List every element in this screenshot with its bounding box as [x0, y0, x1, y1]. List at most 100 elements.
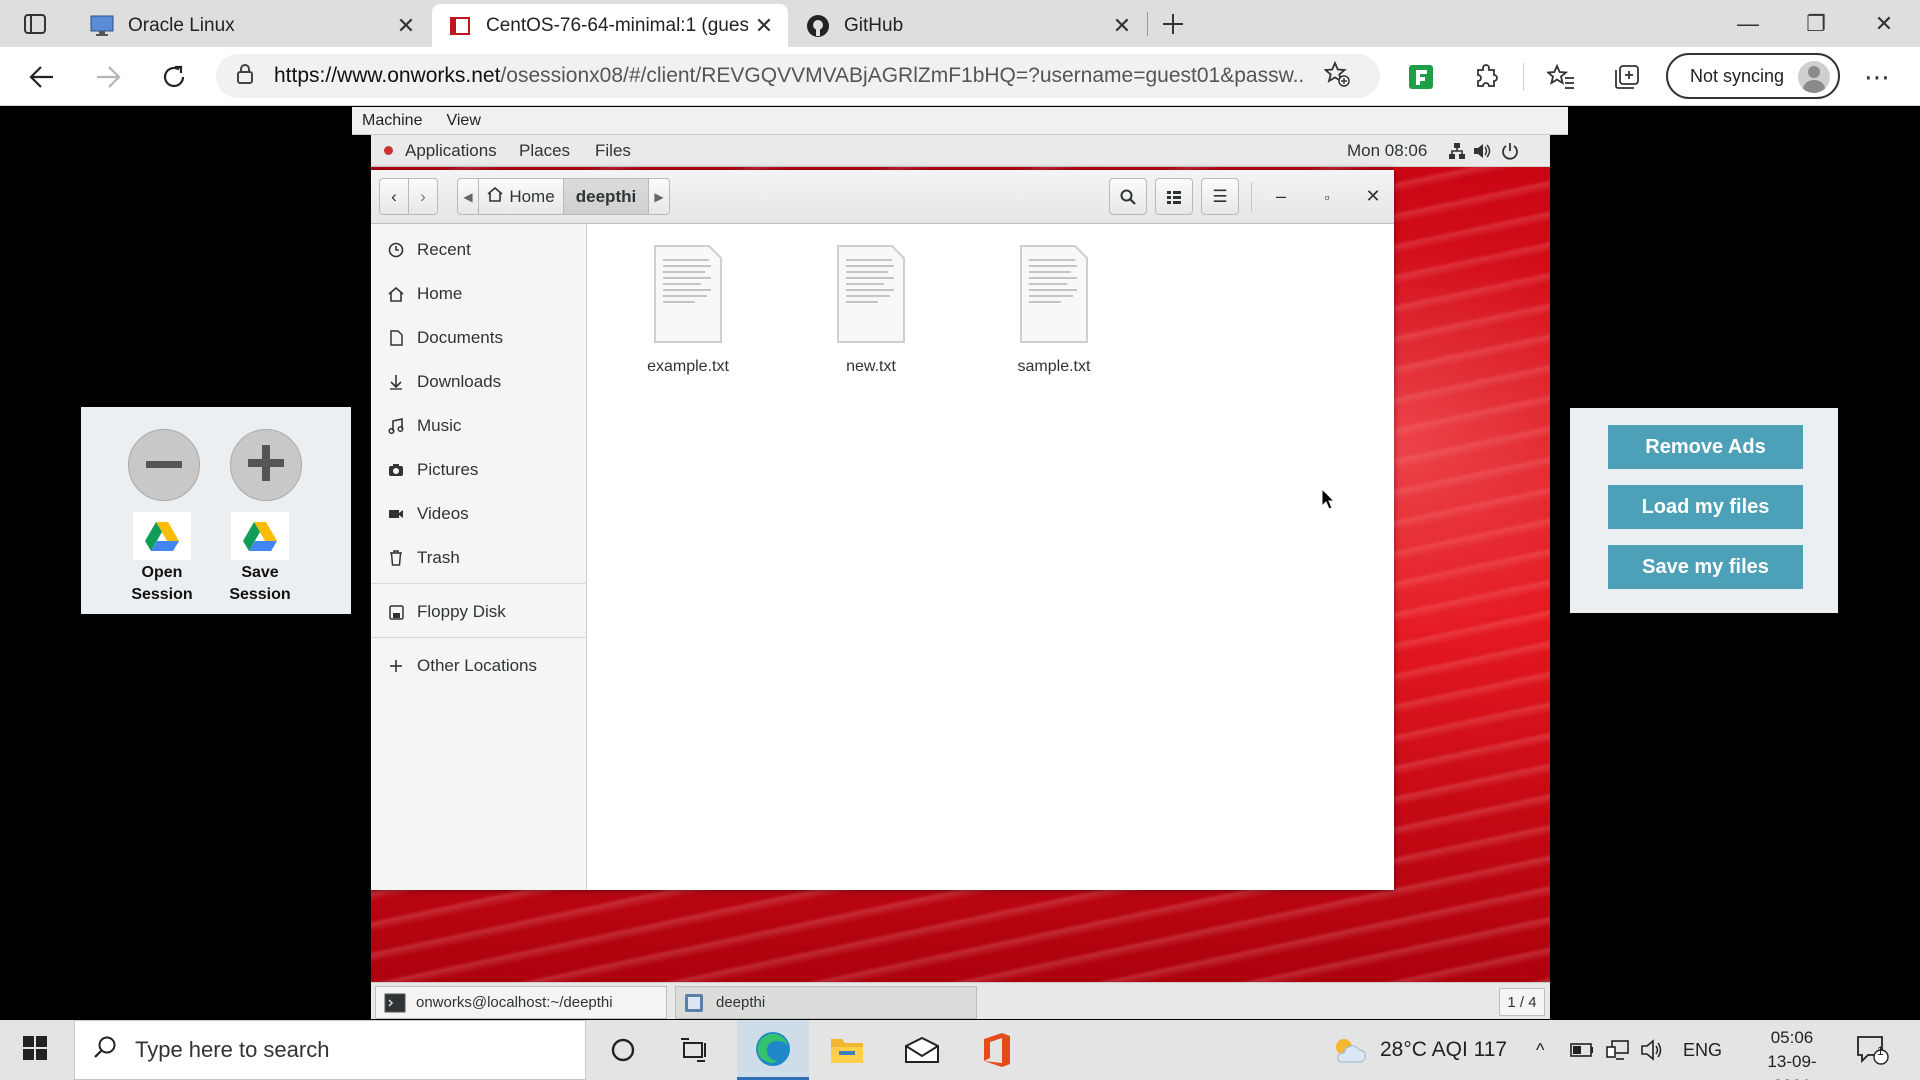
file-item[interactable]: sample.txt: [994, 244, 1114, 376]
file-manager-headerbar: ‹ › ◀ Home deepthi ▶ ☰ – ▫ ✕: [371, 170, 1394, 224]
cortana-icon[interactable]: [587, 1020, 659, 1080]
taskbar-clock[interactable]: 05:06 13-09-2021: [1756, 1026, 1828, 1080]
sidebar-item-label: Trash: [417, 548, 460, 567]
clock-date: 13-09-2021: [1767, 1052, 1817, 1080]
refresh-icon[interactable]: [154, 59, 194, 95]
task-files[interactable]: deepthi: [675, 986, 977, 1019]
file-grid[interactable]: example.txt new.txt sample.txt: [587, 224, 1394, 890]
start-button[interactable]: [0, 1020, 70, 1080]
back-icon[interactable]: [22, 59, 62, 95]
close-tab-icon[interactable]: ✕: [1106, 13, 1138, 39]
path-home-label: Home: [509, 186, 555, 206]
save-session-button[interactable]: Save Session: [226, 512, 294, 606]
task-terminal[interactable]: onworks@localhost:~/deepthi: [375, 986, 667, 1019]
task-view-icon[interactable]: [659, 1020, 731, 1080]
applications-menu[interactable]: Applications: [405, 141, 497, 161]
toolbar-divider: [1523, 63, 1524, 91]
weather-icon[interactable]: [1332, 1020, 1366, 1080]
collections-icon[interactable]: [1610, 61, 1644, 93]
zoom-out-button[interactable]: [128, 429, 200, 501]
minimize-window-icon[interactable]: —: [1716, 4, 1780, 44]
vm-screen[interactable]: Applications Places Files Mon 08:06 ‹ › …: [371, 135, 1550, 1019]
file-explorer-icon[interactable]: [811, 1020, 883, 1080]
language-indicator[interactable]: ENG: [1683, 1020, 1722, 1080]
sidebar-item-pictures[interactable]: Pictures: [371, 452, 587, 488]
favorite-add-icon[interactable]: [1323, 60, 1350, 92]
close-tab-icon[interactable]: ✕: [748, 13, 780, 39]
weather-text[interactable]: 28°C AQI 117: [1380, 1020, 1507, 1080]
load-files-button[interactable]: Load my files: [1608, 485, 1803, 529]
tab-centos[interactable]: CentOS-76-64-minimal:1 (guest0 ✕: [432, 4, 788, 47]
sidebar-item-videos[interactable]: Videos: [371, 496, 587, 532]
volume-icon[interactable]: [1471, 141, 1493, 161]
remove-ads-button[interactable]: Remove Ads: [1608, 425, 1803, 469]
document-icon: [387, 330, 405, 346]
url-field[interactable]: https://www.onworks.net/osessionx08/#/cl…: [216, 54, 1380, 98]
files-menu[interactable]: Files: [595, 141, 631, 161]
extension-green-icon[interactable]: [1404, 61, 1438, 93]
power-icon[interactable]: [1499, 141, 1521, 161]
zoom-in-button[interactable]: [230, 429, 302, 501]
tray-chevron-icon[interactable]: ^: [1536, 1020, 1544, 1080]
gnome-top-bar: Applications Places Files Mon 08:06: [371, 135, 1550, 167]
network-tray-icon[interactable]: [1606, 1020, 1630, 1080]
sidebar-item-floppy[interactable]: Floppy Disk: [371, 594, 587, 630]
sidebar-item-label: Documents: [417, 328, 503, 347]
close-window-icon[interactable]: ✕: [1852, 4, 1916, 44]
path-left-arrow-icon[interactable]: ◀: [457, 178, 479, 215]
sidebar-item-music[interactable]: Music: [371, 408, 587, 444]
tab-actions-icon[interactable]: [18, 10, 52, 38]
new-tab-icon[interactable]: [1156, 10, 1190, 38]
gnome-clock[interactable]: Mon 08:06: [1347, 141, 1427, 161]
edge-browser-icon[interactable]: [737, 1020, 809, 1080]
sidebar-item-documents[interactable]: Documents: [371, 320, 587, 356]
taskbar-search-input[interactable]: Type here to search: [74, 1020, 586, 1080]
restore-window-icon[interactable]: ❐: [1784, 4, 1848, 44]
maximize-icon[interactable]: ▫: [1309, 178, 1345, 215]
path-right-arrow-icon[interactable]: ▶: [648, 178, 670, 215]
profile-sync-button[interactable]: Not syncing: [1666, 53, 1840, 99]
tab-oracle-linux[interactable]: Oracle Linux ✕: [74, 4, 430, 47]
menu-hamburger-icon[interactable]: ☰: [1201, 178, 1239, 215]
menu-machine[interactable]: Machine: [362, 112, 422, 130]
search-icon[interactable]: [1109, 178, 1147, 215]
sidebar-item-label: Floppy Disk: [417, 602, 506, 621]
office-icon[interactable]: [961, 1020, 1033, 1080]
sidebar-item-downloads[interactable]: Downloads: [371, 364, 587, 400]
places-menu[interactable]: Places: [519, 141, 570, 161]
save-files-button[interactable]: Save my files: [1608, 545, 1803, 589]
file-item[interactable]: new.txt: [811, 244, 931, 376]
sidebar-item-trash[interactable]: Trash: [371, 540, 587, 576]
extensions-icon[interactable]: [1470, 61, 1504, 93]
sidebar-item-home[interactable]: Home: [371, 276, 587, 312]
minimize-icon[interactable]: –: [1263, 178, 1299, 215]
notification-count: 1: [1877, 1044, 1884, 1058]
url-text[interactable]: https://www.onworks.net/osessionx08/#/cl…: [274, 64, 1304, 88]
path-current-button[interactable]: deepthi: [563, 178, 649, 215]
tab-github[interactable]: GitHub ✕: [790, 4, 1146, 47]
forward-icon[interactable]: [88, 59, 128, 95]
open-session-button[interactable]: Open Session: [128, 512, 196, 606]
forward-icon[interactable]: ›: [408, 178, 438, 215]
network-icon[interactable]: [1446, 141, 1468, 161]
mail-icon[interactable]: [886, 1020, 958, 1080]
file-item[interactable]: example.txt: [628, 244, 748, 376]
windows-logo-icon: [23, 1035, 47, 1065]
close-icon[interactable]: ✕: [1355, 178, 1391, 215]
lock-icon[interactable]: [236, 63, 254, 90]
sidebar-item-recent[interactable]: Recent: [371, 232, 587, 268]
notification-center-icon[interactable]: 1: [1856, 1020, 1890, 1080]
favorites-icon[interactable]: [1544, 61, 1578, 93]
back-icon[interactable]: ‹: [379, 178, 409, 215]
list-view-icon[interactable]: [1155, 178, 1193, 215]
path-home-button[interactable]: Home: [478, 178, 564, 215]
battery-icon[interactable]: [1570, 1020, 1594, 1080]
sidebar-item-label: Home: [417, 284, 463, 303]
more-options-icon[interactable]: ⋯: [1860, 61, 1894, 93]
close-tab-icon[interactable]: ✕: [390, 13, 422, 39]
menu-view[interactable]: View: [446, 112, 480, 130]
speaker-icon[interactable]: [1640, 1020, 1664, 1080]
sidebar-item-other-locations[interactable]: Other Locations: [371, 648, 587, 684]
plus-icon: [387, 659, 405, 673]
workspace-indicator[interactable]: 1 / 4: [1499, 988, 1545, 1016]
